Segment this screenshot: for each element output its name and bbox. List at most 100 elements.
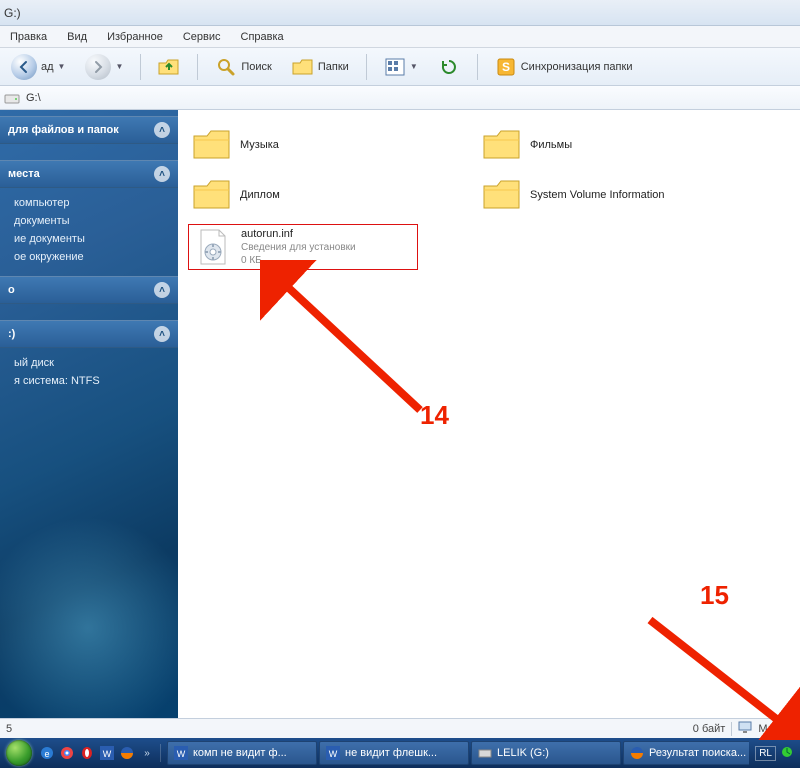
- address-bar: G:\: [0, 86, 800, 110]
- start-button[interactable]: [6, 740, 32, 766]
- menu-favorites[interactable]: Избранное: [97, 31, 173, 43]
- sidebar-section-places[interactable]: места ˄: [0, 160, 178, 188]
- ql-firefox-icon[interactable]: [118, 744, 136, 762]
- forward-button[interactable]: ▼: [78, 51, 130, 83]
- svg-text:S: S: [502, 60, 510, 74]
- folder-item[interactable]: Музыка: [188, 124, 438, 166]
- sidebar: для файлов и папок ˄ места ˄ компьютер д…: [0, 110, 178, 718]
- folder-item[interactable]: Диплом: [188, 174, 438, 216]
- word-icon: W: [174, 746, 188, 760]
- ql-chrome-icon[interactable]: [58, 744, 76, 762]
- arrow-left-icon: [11, 54, 37, 80]
- svg-text:W: W: [329, 749, 338, 759]
- folder-item[interactable]: System Volume Information: [478, 174, 728, 216]
- sidebar-item[interactable]: ие документы: [0, 230, 178, 248]
- quick-launch: e W »: [38, 744, 161, 762]
- chevron-up-icon[interactable]: ˄: [154, 122, 170, 138]
- file-size: 0 КБ: [241, 254, 356, 267]
- file-name: Диплом: [240, 189, 280, 201]
- status-bar: 5 0 байт Мой ко: [0, 718, 800, 738]
- sidebar-item: ый диск: [0, 354, 178, 372]
- sync-button[interactable]: S Синхронизация папки: [488, 53, 640, 81]
- search-icon: [215, 56, 237, 78]
- chevron-down-icon[interactable]: ▼: [410, 62, 418, 71]
- ql-chevron-icon[interactable]: »: [138, 744, 156, 762]
- refresh-icon: [438, 56, 460, 78]
- arrow-right-icon: [85, 54, 111, 80]
- sidebar-item[interactable]: компьютер: [0, 194, 178, 212]
- folders-button[interactable]: Папки: [285, 53, 356, 81]
- folders-label: Папки: [318, 61, 349, 73]
- taskbar: e W » W комп не видит ф... W не видит фл…: [0, 738, 800, 768]
- menu-help[interactable]: Справка: [231, 31, 294, 43]
- search-label: Поиск: [241, 61, 271, 73]
- ql-opera-icon[interactable]: [78, 744, 96, 762]
- folder-icon: [192, 176, 232, 214]
- sidebar-places-body: компьютер документы ие документы ое окру…: [0, 188, 178, 276]
- folder-icon: [192, 126, 232, 164]
- chevron-up-icon[interactable]: ˄: [154, 166, 170, 182]
- language-indicator[interactable]: RL: [755, 746, 776, 761]
- sync-icon: S: [495, 56, 517, 78]
- address-text[interactable]: G:\: [26, 92, 41, 104]
- up-button[interactable]: [151, 53, 187, 81]
- sidebar-section-label: о: [8, 284, 15, 296]
- search-button[interactable]: Поиск: [208, 53, 278, 81]
- file-pane[interactable]: Музыка Фильмы Диплом System Volume Infor…: [178, 110, 800, 718]
- system-tray: RL: [751, 745, 798, 762]
- sidebar-section-label: :): [8, 328, 15, 340]
- taskbar-item-label: не видит флешк...: [345, 747, 437, 759]
- folder-up-icon: [158, 56, 180, 78]
- ql-word-icon[interactable]: W: [98, 744, 116, 762]
- file-name: Музыка: [240, 139, 279, 151]
- chevron-up-icon[interactable]: ˄: [154, 326, 170, 342]
- drive-icon: [4, 90, 20, 106]
- sidebar-item: я система: NTFS: [0, 372, 178, 390]
- folder-icon: [482, 126, 522, 164]
- window-title-bar: G:): [0, 0, 800, 26]
- chevron-down-icon[interactable]: ▼: [115, 62, 123, 71]
- sidebar-section-details[interactable]: о ˄: [0, 276, 178, 304]
- main-area: для файлов и папок ˄ места ˄ компьютер д…: [0, 110, 800, 718]
- sidebar-section-tasks[interactable]: для файлов и папок ˄: [0, 116, 178, 144]
- separator: [197, 54, 198, 80]
- status-location: Мой ко: [758, 723, 794, 735]
- ql-ie-icon[interactable]: e: [38, 744, 56, 762]
- sidebar-item[interactable]: документы: [0, 212, 178, 230]
- file-name: Фильмы: [530, 139, 572, 151]
- chevron-down-icon[interactable]: ▼: [58, 62, 66, 71]
- taskbar-item[interactable]: W комп не видит ф...: [167, 741, 317, 765]
- taskbar-item-label: LELIK (G:): [497, 747, 549, 759]
- sidebar-item[interactable]: ое окружение: [0, 248, 178, 266]
- taskbar-item[interactable]: LELIK (G:): [471, 741, 621, 765]
- svg-text:e: e: [44, 749, 49, 759]
- folder-item[interactable]: Фильмы: [478, 124, 728, 166]
- tray-icon[interactable]: [780, 745, 794, 762]
- back-label: ад: [41, 61, 54, 73]
- sidebar-section-label: места: [8, 168, 40, 180]
- svg-text:W: W: [177, 749, 186, 759]
- taskbar-item-label: Результат поиска...: [649, 747, 746, 759]
- views-button[interactable]: ▼: [377, 53, 425, 81]
- file-item-selected[interactable]: autorun.inf Сведения для установки 0 КБ: [188, 224, 418, 270]
- taskbar-item[interactable]: Результат поиска...: [623, 741, 749, 765]
- folder-icon: [292, 56, 314, 78]
- back-button[interactable]: ад ▼: [4, 51, 72, 83]
- file-name: System Volume Information: [530, 189, 665, 201]
- chevron-up-icon[interactable]: ˄: [154, 282, 170, 298]
- separator: [477, 54, 478, 80]
- inf-file-icon: [193, 228, 233, 266]
- menu-tools[interactable]: Сервис: [173, 31, 231, 43]
- drive-icon: [478, 746, 492, 760]
- menu-edit[interactable]: Правка: [0, 31, 57, 43]
- taskbar-item[interactable]: W не видит флешк...: [319, 741, 469, 765]
- icon-grid: Музыка Фильмы Диплом System Volume Infor…: [188, 124, 790, 270]
- refresh-button[interactable]: [431, 53, 467, 81]
- separator: [140, 54, 141, 80]
- svg-text:W: W: [103, 749, 112, 759]
- menu-view[interactable]: Вид: [57, 31, 97, 43]
- sidebar-section-disk[interactable]: :) ˄: [0, 320, 178, 348]
- folder-icon: [482, 176, 522, 214]
- sync-label: Синхронизация папки: [521, 61, 633, 73]
- toolbar: ад ▼ ▼ Поиск Папки ▼: [0, 48, 800, 86]
